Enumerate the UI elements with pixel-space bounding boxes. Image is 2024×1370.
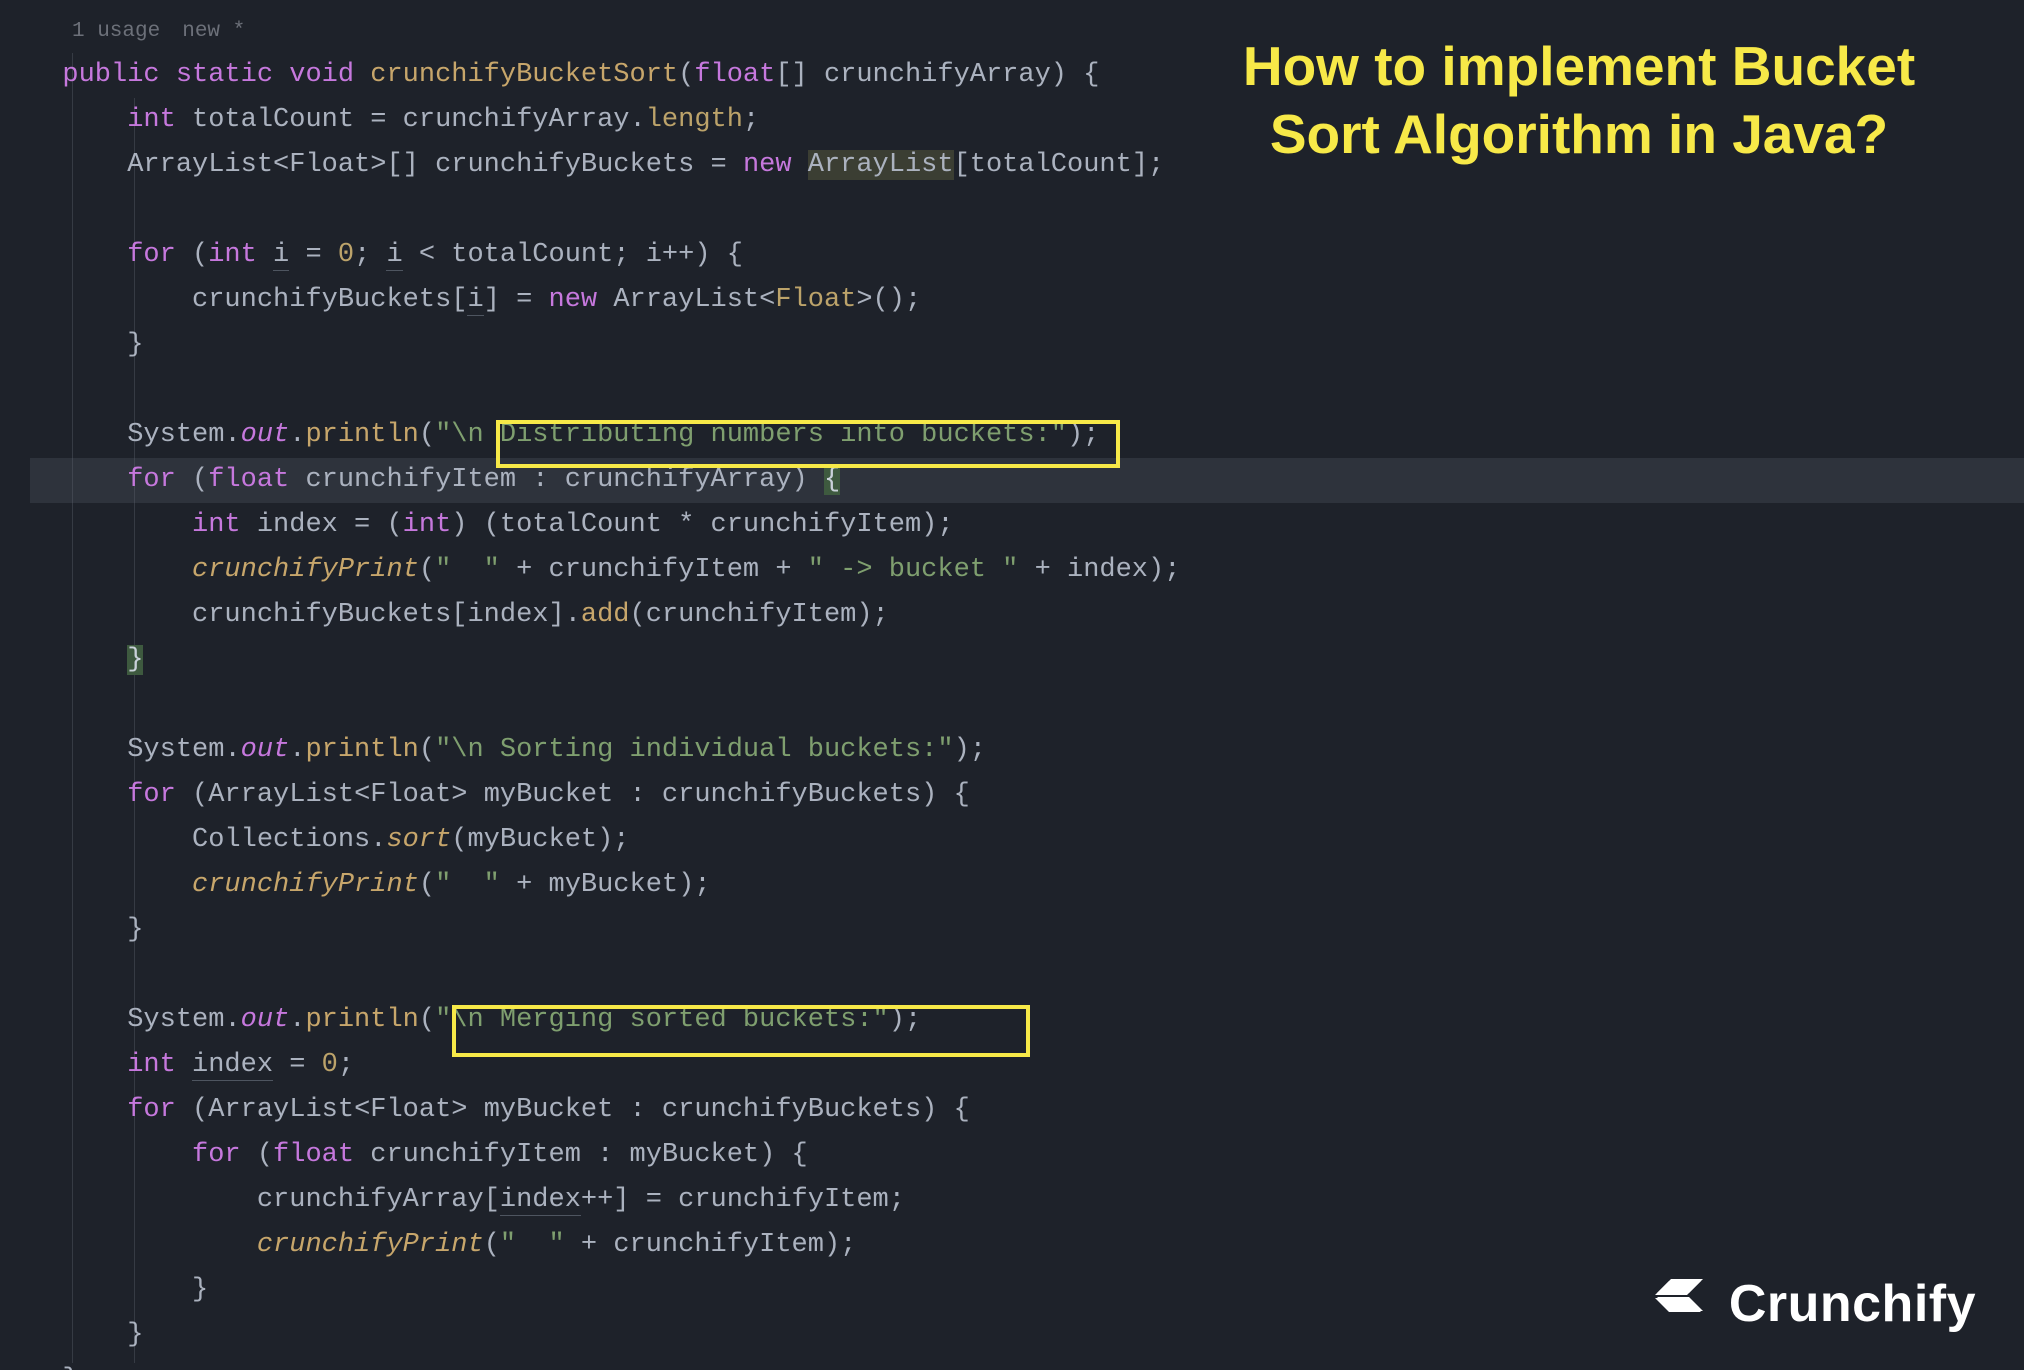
logo-icon — [1651, 1275, 1715, 1333]
var-mybucket5: myBucket — [630, 1140, 760, 1170]
var-totalcount: totalCount — [192, 105, 354, 135]
kw-static: static — [176, 60, 273, 90]
var-buckets: crunchifyBuckets — [435, 150, 694, 180]
param-array: crunchifyArray — [824, 60, 1051, 90]
brace-close-hl: } — [127, 645, 143, 675]
fn-sort: sort — [386, 825, 451, 855]
var-index2: index — [1067, 555, 1148, 585]
cls-system3: System — [127, 1005, 224, 1035]
var-item5: crunchifyItem — [370, 1140, 581, 1170]
type-arraylist: ArrayList — [127, 150, 273, 180]
var-item4: crunchifyItem — [646, 600, 857, 630]
var-item7: crunchifyItem — [613, 1230, 824, 1260]
method-name: crunchifyBucketSort — [370, 60, 678, 90]
kw-void: void — [289, 60, 354, 90]
type-float4: Float — [370, 1095, 451, 1125]
str-space2: " " — [435, 870, 500, 900]
type-float: float — [694, 60, 775, 90]
out3: out — [241, 1005, 290, 1035]
logo-text: Crunchify — [1729, 1274, 1976, 1334]
kw-for5: for — [192, 1140, 241, 1170]
num-zero1: 0 — [338, 240, 354, 270]
str2: "\n Sorting individual buckets:" — [435, 735, 953, 765]
var-buckets4: crunchifyBuckets — [662, 780, 921, 810]
str-space1: " " — [435, 555, 500, 585]
file-status: new * — [182, 20, 245, 43]
var-index5: index — [500, 1185, 581, 1216]
kw-float3: float — [273, 1140, 354, 1170]
kw-for1: for — [127, 240, 176, 270]
var-buckets5: crunchifyBuckets — [662, 1095, 921, 1125]
arr-ref2: crunchifyArray — [565, 465, 792, 495]
prop-length: length — [646, 105, 743, 135]
cls-system2: System — [127, 735, 224, 765]
var-i3: i — [467, 285, 483, 316]
kw-public: public — [62, 60, 159, 90]
fn-print2: crunchifyPrint — [192, 870, 419, 900]
str1b: Distributing numbers into buckets:" — [484, 420, 1067, 450]
usage-count: 1 usage — [72, 20, 160, 43]
kw-float2: float — [208, 465, 289, 495]
str-arrow: " -> bucket " — [808, 555, 1019, 585]
code-editor: 1 usage new * How to implement Bucket Sor… — [0, 0, 2024, 1370]
fn-print3: crunchifyPrint — [257, 1230, 484, 1260]
type-float2: Float — [775, 285, 856, 315]
println1: println — [305, 420, 418, 450]
kw-int4: int — [127, 1050, 176, 1080]
var-mybucket2: myBucket — [467, 825, 597, 855]
var-item6: crunchifyItem — [678, 1185, 889, 1215]
var-mybucket1: myBucket — [484, 780, 614, 810]
arr-ref3: crunchifyArray — [257, 1185, 484, 1215]
var-mybucket3: myBucket — [549, 870, 679, 900]
str3: "\n Merging sorted buckets:" — [435, 1005, 889, 1035]
kw-int: int — [127, 105, 176, 135]
var-i: i — [273, 240, 289, 271]
kw-int2: int — [208, 240, 257, 270]
type-arraylist4: ArrayList — [208, 1095, 354, 1125]
cls-collections: Collections — [192, 825, 370, 855]
fn-add: add — [581, 600, 630, 630]
kw-new2: new — [549, 285, 598, 315]
var-mybucket4: myBucket — [484, 1095, 614, 1125]
println3: println — [305, 1005, 418, 1035]
var-buckets3: crunchifyBuckets — [192, 600, 451, 630]
var-index4: index — [192, 1050, 273, 1081]
kw-new1: new — [743, 150, 792, 180]
var-totalcount4: totalCount — [500, 510, 662, 540]
kw-for4: for — [127, 1095, 176, 1125]
kw-for2: for — [127, 465, 176, 495]
type-arraylist3: ArrayList — [208, 780, 354, 810]
ipp: i++ — [646, 240, 695, 270]
var-item2: crunchifyItem — [711, 510, 922, 540]
kw-for3: for — [127, 780, 176, 810]
code-block[interactable]: public static void crunchifyBucketSort(f… — [30, 53, 2024, 1370]
overlay-title: How to implement Bucket Sort Algorithm i… — [1194, 32, 1964, 168]
arr-ref: crunchifyArray — [403, 105, 630, 135]
cls-system1: System — [127, 420, 224, 450]
brand-logo: Crunchify — [1651, 1274, 1976, 1334]
out2: out — [241, 735, 290, 765]
var-index1: index — [257, 510, 338, 540]
println2: println — [305, 735, 418, 765]
var-totalcount2: totalCount — [970, 150, 1132, 180]
fn-print1: crunchifyPrint — [192, 555, 419, 585]
type-arraylist-hl: ArrayList — [808, 150, 954, 180]
var-buckets2: crunchifyBuckets — [192, 285, 451, 315]
type-float3: Float — [370, 780, 451, 810]
str-space3: " " — [500, 1230, 565, 1260]
var-item3: crunchifyItem — [549, 555, 760, 585]
type-float-boxed: Float — [289, 150, 370, 180]
var-item1: crunchifyItem — [305, 465, 516, 495]
out1: out — [241, 420, 290, 450]
num-zero2: 0 — [322, 1050, 338, 1080]
kw-int3: int — [192, 510, 241, 540]
brace-open-hl: { — [824, 465, 840, 495]
var-i2: i — [386, 240, 402, 271]
type-arraylist2: ArrayList — [613, 285, 759, 315]
str1a: "\n — [435, 420, 484, 450]
var-totalcount3: totalCount — [451, 240, 613, 270]
cast-int: int — [403, 510, 452, 540]
var-index3: index — [467, 600, 548, 630]
